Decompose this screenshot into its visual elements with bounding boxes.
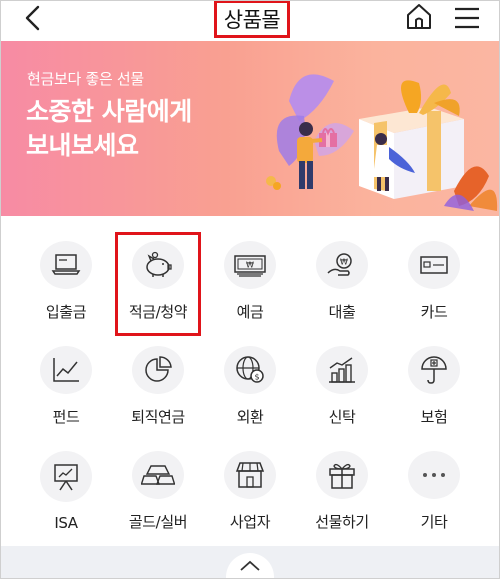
promo-banner[interactable]: 현금보다 좋은 선물 소중한 사람에게 보내보세요	[1, 41, 499, 216]
page-title: 상품몰	[223, 8, 281, 32]
category-label: 대출	[328, 303, 356, 321]
category-label: ISA	[54, 514, 78, 532]
gift-illustration	[266, 74, 498, 211]
home-icon	[407, 4, 431, 29]
category-deposit[interactable]: ₩ 예금	[200, 217, 300, 322]
category-gift[interactable]: 선물하기	[292, 427, 392, 532]
page-title-highlight: 상품몰	[214, 0, 290, 38]
category-label: 보험	[420, 408, 448, 426]
category-label: 신탁	[328, 408, 356, 426]
piggy-bank-icon	[146, 251, 172, 277]
shop-icon	[235, 462, 265, 488]
menu-button[interactable]	[452, 3, 482, 33]
category-label: 카드	[420, 303, 448, 321]
laptop-icon	[51, 254, 81, 275]
header-bar: 상품몰	[0, 0, 500, 40]
banknote-icon: ₩	[234, 255, 266, 277]
category-foreign-exchange[interactable]: $ 외환	[200, 322, 300, 427]
category-card[interactable]: 카드	[384, 217, 484, 322]
home-button[interactable]	[404, 2, 434, 32]
category-label: 적금/청약	[128, 303, 188, 321]
svg-text:₩: ₩	[340, 258, 348, 267]
hamburger-menu-icon	[455, 7, 479, 29]
category-etc[interactable]: 기타	[384, 427, 484, 532]
category-gold-silver[interactable]: 골드/실버	[108, 427, 208, 532]
category-icon-circle: ₩	[316, 241, 368, 289]
category-label: 외환	[236, 408, 264, 426]
svg-text:₩: ₩	[246, 261, 254, 270]
back-arrow-icon	[25, 5, 40, 31]
line-chart-icon	[53, 358, 79, 382]
category-icon-circle	[40, 346, 92, 394]
category-retirement-pension[interactable]: 퇴직연금	[108, 322, 208, 427]
category-icon-circle: ₩	[224, 241, 276, 289]
category-label: 선물하기	[315, 513, 369, 531]
category-label: 기타	[420, 513, 448, 531]
category-icon-circle	[316, 346, 368, 394]
category-trust[interactable]: 신탁	[292, 322, 392, 427]
category-fund[interactable]: 펀드	[16, 322, 116, 427]
category-grid: 입출금 적금/청약 ₩ 예금 ₩ 대출 카드 펀드 퇴직연금 $ 외환 신탁 보…	[0, 217, 500, 547]
bar-chart-icon	[329, 357, 355, 383]
category-icon-circle	[132, 241, 184, 289]
category-icon-circle	[408, 346, 460, 394]
pie-chart-icon	[145, 356, 172, 382]
category-icon-circle	[40, 241, 92, 289]
more-dots-icon	[423, 473, 445, 477]
category-savings-subscription[interactable]: 적금/청약	[108, 217, 208, 322]
category-icon-circle	[408, 241, 460, 289]
category-loan[interactable]: ₩ 대출	[292, 217, 392, 322]
gift-icon	[329, 463, 355, 489]
banner-subtitle: 현금보다 좋은 선물	[27, 70, 144, 88]
category-icon-circle	[408, 451, 460, 499]
category-label: 입출금	[45, 303, 87, 321]
category-icon-circle	[316, 451, 368, 499]
category-icon-circle	[132, 346, 184, 394]
banner-title-line2: 보내보세요	[26, 131, 139, 160]
card-icon	[420, 256, 448, 274]
category-label: 골드/실버	[128, 513, 188, 531]
category-label: 예금	[236, 303, 264, 321]
category-label: 펀드	[52, 408, 80, 426]
back-button[interactable]	[18, 2, 48, 34]
category-icon-circle: $	[224, 346, 276, 394]
gold-bar-icon	[141, 465, 175, 485]
category-icon-circle	[132, 451, 184, 499]
category-isa[interactable]: ISA	[16, 427, 116, 532]
globe-dollar-icon: $	[236, 356, 264, 383]
category-deposit-withdrawal[interactable]: 입출금	[16, 217, 116, 322]
category-icon-circle	[40, 451, 92, 502]
category-icon-circle	[224, 451, 276, 499]
chevron-up-icon	[240, 560, 260, 571]
banner-title-line1: 소중한 사람에게	[26, 97, 192, 126]
category-business[interactable]: 사업자	[200, 427, 300, 532]
svg-text:$: $	[254, 373, 259, 382]
category-label: 퇴직연금	[131, 408, 185, 426]
category-insurance[interactable]: 보험	[384, 322, 484, 427]
presentation-board-icon	[54, 463, 78, 490]
category-label: 사업자	[229, 513, 271, 531]
umbrella-icon	[421, 356, 447, 384]
hand-coin-icon: ₩	[327, 253, 352, 276]
